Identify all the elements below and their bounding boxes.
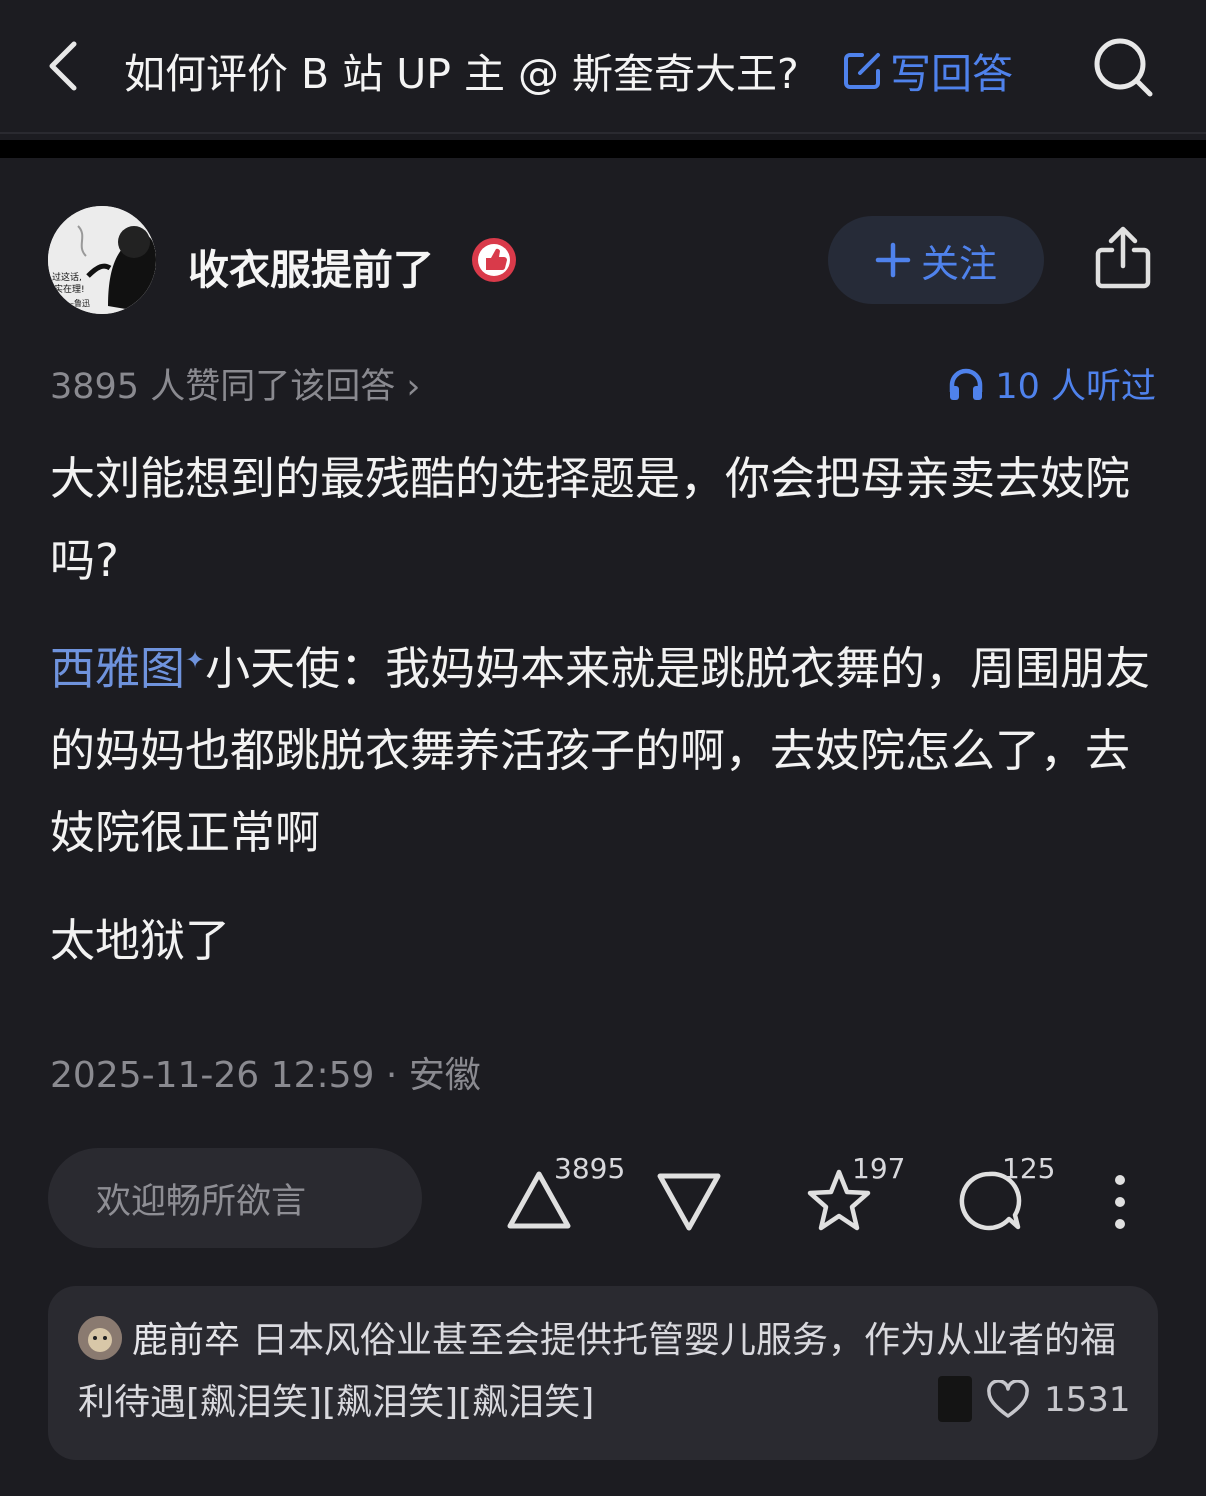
- listen-count[interactable]: 10 人听过: [947, 358, 1156, 409]
- edit-icon: [844, 53, 880, 89]
- headphones-icon: [950, 368, 983, 400]
- author-row: 过这话, 实在理! ——鲁迅 收衣服提前了 关注: [48, 206, 1158, 316]
- commenter-avatar[interactable]: [78, 1316, 122, 1360]
- answer-paragraph: 太地狱了: [50, 914, 231, 967]
- write-answer-label: 写回答: [890, 50, 1013, 98]
- featured-comment[interactable]: 鹿前卒 日本风俗业甚至会提供托管婴儿服务，作为从业者的福利待遇[飙泪笑][飙泪笑]…: [48, 1286, 1158, 1460]
- answer-paragraph: 西雅图✦小天使：我妈妈本来就是跳脱衣舞的，周围朋友的妈妈也都跳脱衣舞养活孩子的啊…: [50, 628, 1156, 874]
- question-title[interactable]: 如何评价 B 站 UP 主 @ 斯奎奇大王?: [124, 40, 799, 100]
- top-bar: 如何评价 B 站 UP 主 @ 斯奎奇大王? 写回答: [0, 0, 1206, 134]
- mention-sparkle-icon: ✦: [185, 646, 206, 674]
- answer-body: 大刘能想到的最残酷的选择题是，你会把母亲卖去妓院吗? 西雅图✦小天使：我妈妈本来…: [50, 438, 1156, 1008]
- follow-button[interactable]: 关注: [828, 216, 1044, 304]
- search-icon[interactable]: [1092, 36, 1154, 98]
- upvote-summary[interactable]: 3895 人赞同了该回答 ›: [50, 358, 420, 409]
- avatar-image: 过这话, 实在理! ——鲁迅: [48, 206, 156, 314]
- answer-paragraph: 大刘能想到的最残酷的选择题是，你会把母亲卖去妓院吗?: [50, 452, 1131, 587]
- thumbs-up-badge-icon: [472, 238, 516, 282]
- write-answer-button[interactable]: 写回答: [842, 40, 1013, 100]
- upvote-count: 3895: [554, 1152, 626, 1185]
- favorite-count: 197: [852, 1152, 906, 1185]
- comment-input[interactable]: 欢迎畅所欲言: [48, 1148, 422, 1248]
- svg-text:实在理!: 实在理!: [54, 283, 85, 295]
- back-arrow-icon[interactable]: [42, 38, 86, 94]
- comment-like-button[interactable]: 1531: [986, 1380, 1131, 1420]
- author-name[interactable]: 收衣服提前了: [188, 236, 434, 296]
- answer-meta: 3895 人赞同了该回答 › 10 人听过: [50, 358, 1156, 407]
- avatar[interactable]: 过这话, 实在理! ——鲁迅: [48, 206, 156, 314]
- commenter-avatar-image: [78, 1316, 122, 1360]
- post-datetime: 2025-11-26 12:59 · 安徽: [50, 1055, 481, 1096]
- more-options-icon[interactable]: [1110, 1172, 1130, 1232]
- listen-label: 10 人听过: [995, 367, 1156, 407]
- plus-icon: [875, 242, 911, 278]
- comment-like-count: 1531: [1044, 1380, 1131, 1420]
- downvote-icon[interactable]: [654, 1166, 724, 1236]
- blurred-region: [938, 1376, 972, 1422]
- divider: [0, 140, 1206, 158]
- answer-text: 小天使：我妈妈本来就是跳脱衣舞的，周围朋友的妈妈也都跳脱衣舞养活孩子的啊，去妓院…: [50, 642, 1151, 859]
- comment-count: 125: [1002, 1152, 1056, 1185]
- action-bar: 欢迎畅所欲言 3895 197 125: [48, 1148, 1158, 1250]
- follow-label: 关注: [920, 241, 997, 286]
- user-mention-link[interactable]: 西雅图: [50, 642, 185, 695]
- svg-text:过这话,: 过这话,: [52, 271, 82, 283]
- heart-icon: [987, 1380, 1029, 1418]
- svg-text:——鲁迅: ——鲁迅: [58, 298, 90, 308]
- share-icon[interactable]: [1094, 224, 1152, 290]
- commenter-name[interactable]: 鹿前卒: [132, 1320, 240, 1361]
